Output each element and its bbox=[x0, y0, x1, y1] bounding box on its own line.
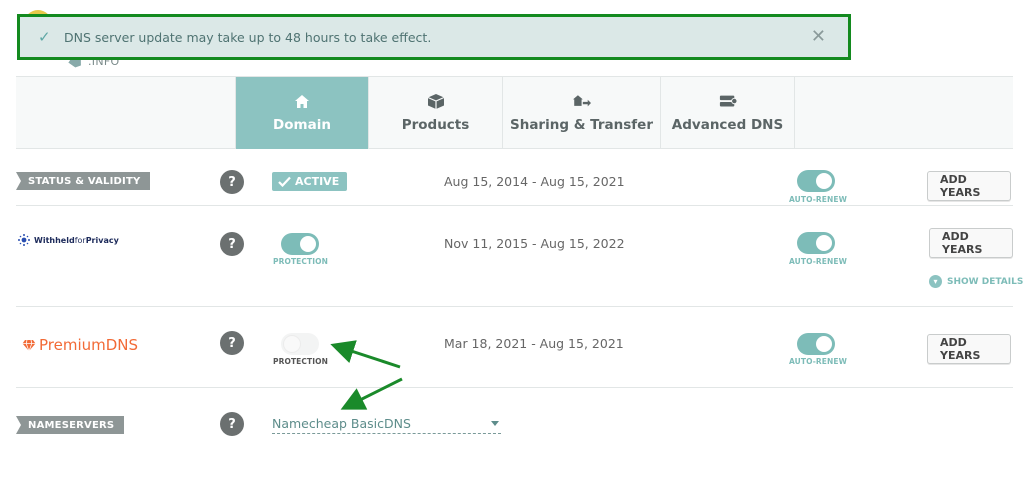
share-transfer-icon bbox=[572, 93, 591, 109]
privacy-shield-icon bbox=[18, 234, 30, 246]
logo-text: Privacy bbox=[85, 235, 119, 245]
server-icon bbox=[719, 93, 737, 109]
privacy-dates: Nov 11, 2015 - Aug 15, 2022 bbox=[444, 236, 625, 251]
chevron-down-icon: ▾ bbox=[929, 275, 942, 288]
logo-text: PremiumDNS bbox=[39, 336, 139, 354]
add-years-button[interactable]: ADD YEARS bbox=[929, 228, 1013, 258]
auto-renew-toggle[interactable] bbox=[797, 232, 835, 254]
premium-dns-protection-toggle[interactable] bbox=[281, 333, 319, 355]
annotation-arrow bbox=[330, 340, 401, 369]
protection-label: PROTECTION bbox=[273, 357, 328, 366]
nameservers-selected-value: Namecheap BasicDNS bbox=[272, 416, 411, 431]
diamond-icon bbox=[22, 339, 36, 352]
help-icon[interactable]: ? bbox=[220, 232, 244, 256]
add-years-button[interactable]: ADD YEARS bbox=[927, 334, 1011, 364]
row-divider bbox=[16, 387, 1013, 388]
logo-text: for bbox=[74, 235, 86, 245]
tab-advanced-dns[interactable]: Advanced DNS bbox=[660, 77, 795, 149]
status-badge-text: ACTIVE bbox=[295, 175, 340, 188]
home-icon bbox=[293, 93, 311, 109]
premium-dns-logo: PremiumDNS bbox=[22, 336, 138, 354]
notice-message: DNS server update may take up to 48 hour… bbox=[64, 29, 432, 45]
dns-update-notice: ✓ DNS server update may take up to 48 ho… bbox=[17, 14, 851, 60]
premium-dns-dates: Mar 18, 2021 - Aug 15, 2021 bbox=[444, 336, 624, 351]
annotation-arrow bbox=[340, 377, 403, 410]
domain-tabbar: Domain Products Sharing & Transfer Advan… bbox=[16, 76, 1013, 149]
close-icon[interactable]: ✕ bbox=[811, 26, 826, 47]
tab-domain-label: Domain bbox=[273, 117, 331, 133]
add-years-button[interactable]: ADD YEARS bbox=[927, 171, 1011, 201]
show-details-label: SHOW DETAILS bbox=[947, 276, 1024, 287]
help-icon[interactable]: ? bbox=[220, 412, 244, 436]
check-icon: ✓ bbox=[38, 28, 51, 46]
privacy-protection-toggle[interactable] bbox=[281, 233, 319, 255]
auto-renew-label: AUTO-RENEW bbox=[789, 357, 847, 366]
auto-renew-label: AUTO-RENEW bbox=[789, 195, 847, 204]
box-icon bbox=[427, 93, 445, 109]
help-icon[interactable]: ? bbox=[220, 170, 244, 194]
nameservers-select[interactable]: Namecheap BasicDNS bbox=[272, 414, 501, 434]
tab-sharing-transfer[interactable]: Sharing & Transfer bbox=[502, 77, 660, 149]
tab-products-label: Products bbox=[401, 117, 470, 133]
tab-sharing-transfer-label: Sharing & Transfer bbox=[509, 117, 653, 133]
tab-domain[interactable]: Domain bbox=[235, 77, 368, 149]
status-validity-label: STATUS & VALIDITY bbox=[16, 172, 151, 190]
row-divider bbox=[16, 205, 1013, 206]
show-details-link[interactable]: ▾ SHOW DETAILS bbox=[929, 275, 1023, 288]
protection-label: PROTECTION bbox=[273, 257, 328, 266]
chevron-down-icon bbox=[491, 421, 499, 426]
auto-renew-label: AUTO-RENEW bbox=[789, 257, 847, 266]
check-icon bbox=[278, 176, 291, 187]
logo-text: Withheld bbox=[34, 235, 75, 245]
validity-dates: Aug 15, 2014 - Aug 15, 2021 bbox=[444, 174, 625, 189]
tab-advanced-dns-label: Advanced DNS bbox=[671, 117, 784, 133]
row-divider bbox=[16, 306, 1013, 307]
status-badge: ACTIVE bbox=[272, 172, 348, 191]
nameservers-label: NAMESERVERS bbox=[16, 416, 125, 434]
auto-renew-toggle[interactable] bbox=[797, 333, 835, 355]
help-icon[interactable]: ? bbox=[220, 331, 244, 355]
tab-products[interactable]: Products bbox=[368, 77, 502, 149]
withheld-for-privacy-logo: WithheldforPrivacy bbox=[18, 234, 119, 246]
auto-renew-toggle[interactable] bbox=[797, 170, 835, 192]
